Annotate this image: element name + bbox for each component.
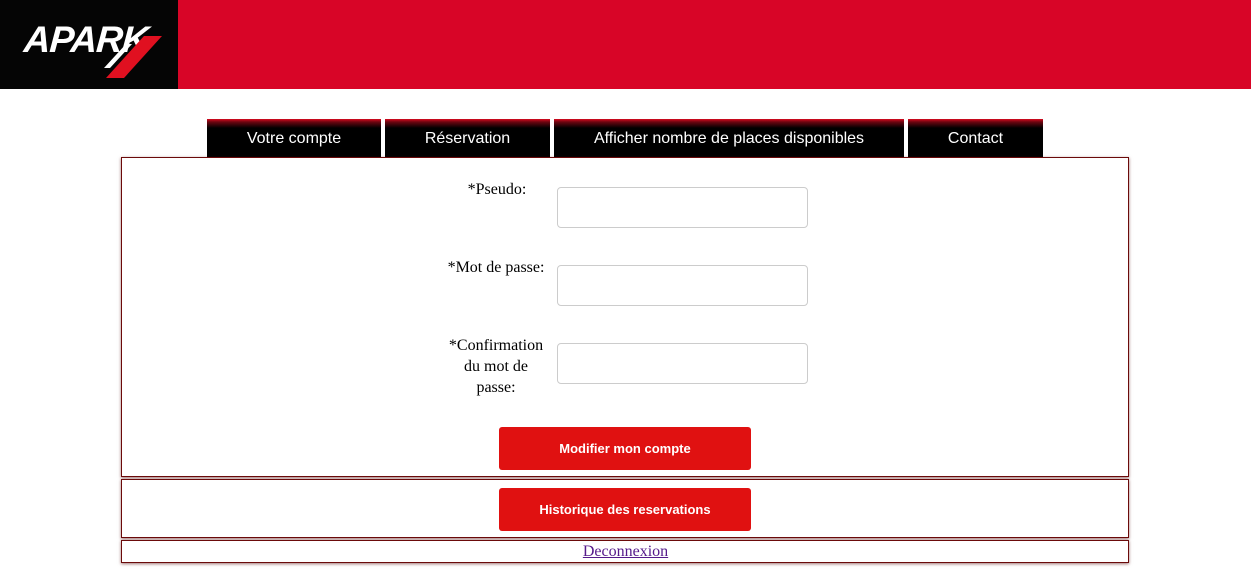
password-label: *Mot de passe: [447,259,545,276]
confirm-label-line: *Confirmation [448,337,544,354]
logout-row: Deconnexion [0,541,1251,562]
pseudo-label: *Pseudo: [467,181,527,198]
logo[interactable]: APARK [0,0,178,89]
confirm-label-line: passe: [476,379,516,396]
confirm-password-label: *Confirmation du mot de passe: [436,335,556,398]
tab-places-disponibles[interactable]: Afficher nombre de places disponibles [554,119,904,157]
tab-label: Afficher nombre de places disponibles [593,129,865,147]
reservation-history-button[interactable]: Historique des reservations [499,488,751,531]
tab-label: Réservation [424,129,511,147]
confirm-label-line: du mot de [464,358,528,375]
tab-contact[interactable]: Contact [908,119,1043,157]
tab-votre-compte[interactable]: Votre compte [207,119,381,157]
password-input[interactable] [557,265,808,306]
tab-label: Votre compte [246,129,342,147]
pseudo-input[interactable] [557,187,808,228]
modify-account-button[interactable]: Modifier mon compte [499,427,751,470]
logo-slash-icon [104,36,162,78]
logout-link[interactable]: Deconnexion [583,543,668,560]
tab-reservation[interactable]: Réservation [385,119,550,157]
header-banner: APARK [0,0,1251,89]
tab-label: Contact [947,129,1004,147]
confirm-password-input[interactable] [557,343,808,384]
